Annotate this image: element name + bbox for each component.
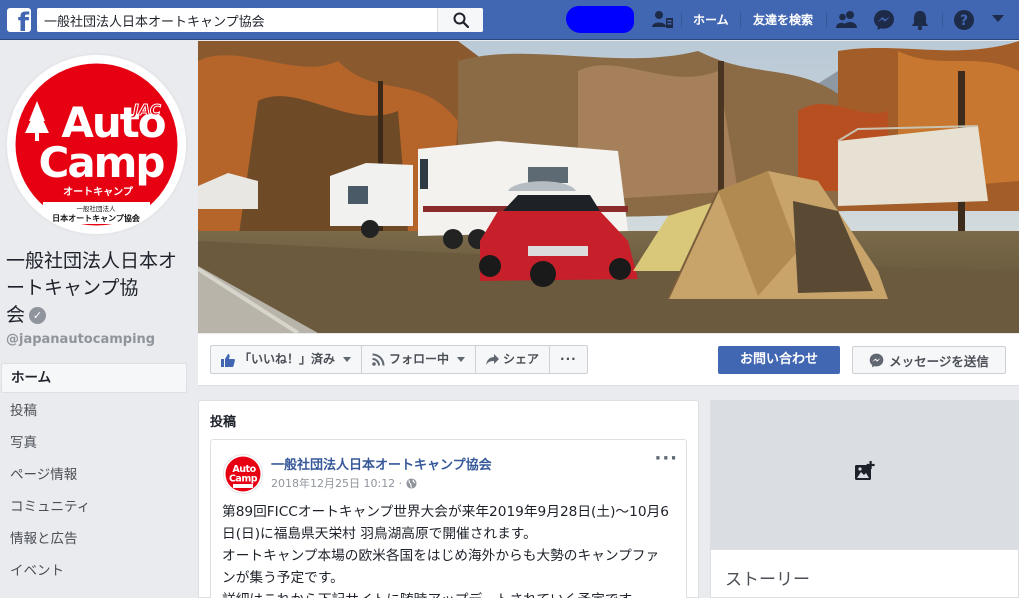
post-text-line: オートキャンプ本場の欧米各国をはじめ海外からも大勢のキャンプファ <box>222 548 660 564</box>
side-nav-home[interactable]: ホーム <box>1 363 187 393</box>
share-button[interactable]: シェア <box>476 346 551 373</box>
post-author-avatar[interactable]: Auto Camp <box>223 454 263 494</box>
post-text-line: 第89回FICCオートキャンプ世界大会が来年2019年9月28日(土)～10月6 <box>222 504 669 520</box>
send-message-label: メッセージを送信 <box>889 353 989 369</box>
add-story-tile[interactable] <box>711 401 1018 550</box>
top-navigation-bar: f 一般社団法人日本オートキャンプ協会 ホーム 友達を検索 ? <box>0 0 1019 40</box>
side-nav-posts[interactable]: 投稿 <box>1 395 187 427</box>
globe-icon <box>406 477 417 489</box>
send-message-button[interactable]: メッセージを送信 <box>852 346 1006 374</box>
campsite-cover-image <box>198 41 1019 333</box>
divider <box>681 12 682 28</box>
people-icon[interactable] <box>836 9 858 31</box>
more-options-button[interactable]: ··· <box>550 346 587 373</box>
stories-section: ストーリー <box>710 400 1019 598</box>
facebook-logo-icon[interactable]: f <box>7 8 31 32</box>
search-input[interactable]: 一般社団法人日本オートキャンプ協会 <box>44 11 265 30</box>
chevron-down-icon <box>457 357 466 362</box>
divider <box>826 12 827 28</box>
page-side-navigation: ホーム 投稿 写真 ページ情報 コミュニティ 情報と広告 イベント <box>1 363 187 587</box>
post-author-name[interactable]: 一般社団法人日本オートキャンプ協会 <box>271 454 492 473</box>
search-box[interactable]: 一般社団法人日本オートキャンプ協会 <box>37 8 483 32</box>
page-title-line: 会 <box>6 304 26 326</box>
posts-section: 投稿 Auto Camp 一般社団法人日本オートキャンプ協会 2018年12月2… <box>198 400 699 598</box>
account-caret-icon[interactable] <box>991 14 1005 24</box>
page-title-line: ートキャンプ協 <box>6 277 139 299</box>
messenger-icon <box>869 353 884 367</box>
thumbs-up-icon <box>221 353 235 367</box>
auto-camp-logo: Auto Camp JAC オートキャンプ 一般社団法人 日本オートキャンプ協会 <box>15 63 178 226</box>
post-text-line: 日(日)に福島県天栄村 羽鳥湖高原で開催されます。 <box>222 526 537 542</box>
post-date-text: 2018年12月25日 10:12 · <box>271 477 403 490</box>
post-options-button[interactable]: ··· <box>654 450 678 468</box>
side-nav-about[interactable]: ページ情報 <box>1 459 187 491</box>
divider <box>740 12 741 28</box>
logo-caption-org: 日本オートキャンプ協会 <box>52 213 140 223</box>
side-nav-info-and-ads[interactable]: 情報と広告 <box>1 523 187 555</box>
post-timestamp[interactable]: 2018年12月25日 10:12 · <box>271 475 417 491</box>
profile-link-redacted[interactable] <box>566 6 634 33</box>
logo-wordmark-bottom: Camp <box>39 138 165 187</box>
post-text-line: 詳細はこれから下記サイトに随時アップデートされていく予定です。 <box>222 589 682 598</box>
stories-title: ストーリー <box>725 570 810 590</box>
divider <box>942 12 943 28</box>
friend-requests-icon[interactable] <box>652 9 674 31</box>
share-arrow-icon <box>486 353 500 365</box>
svg-text:Camp: Camp <box>229 474 258 485</box>
post-text: 第89回FICCオートキャンプ世界大会が来年2019年9月28日(土)～10月6… <box>222 501 682 598</box>
following-label: フォロー中 <box>389 352 450 366</box>
chevron-down-icon <box>343 357 352 362</box>
page-title-line: 一般社団法人日本オ <box>6 250 178 272</box>
side-nav-photos[interactable]: 写真 <box>1 427 187 459</box>
liked-label: 「いいね！」済み <box>239 352 336 366</box>
page-username[interactable]: @japanautocamping <box>6 332 155 347</box>
verified-badge-icon: ✓ <box>29 307 47 324</box>
home-link[interactable]: ホーム <box>693 11 729 28</box>
page-profile-picture[interactable]: Auto Camp JAC オートキャンプ 一般社団法人 日本オートキャンプ協会 <box>5 53 188 236</box>
page-action-bar: 「いいね！」済み フォロー中 シェア ··· お問い合わせ メッセージを送信 <box>198 334 1019 386</box>
add-photo-icon <box>855 461 875 480</box>
contact-us-button[interactable]: お問い合わせ <box>718 346 840 374</box>
post-text-line: ンが集う予定です。 <box>222 570 344 586</box>
cover-photo[interactable] <box>198 41 1019 333</box>
search-button[interactable] <box>437 8 483 32</box>
messenger-icon[interactable] <box>873 9 895 31</box>
share-label: シェア <box>503 352 540 366</box>
page-title[interactable]: 一般社団法人日本オ ートキャンプ協 会 ✓ <box>6 248 192 329</box>
side-nav-events[interactable]: イベント <box>1 555 187 587</box>
notifications-bell-icon[interactable] <box>909 9 931 31</box>
liked-button[interactable]: 「いいね！」済み <box>211 346 363 373</box>
posts-heading[interactable]: 投稿 <box>210 411 236 430</box>
page-actions-group: 「いいね！」済み フォロー中 シェア ··· <box>210 345 588 374</box>
search-icon <box>453 12 469 28</box>
logo-badge: JAC <box>130 101 161 119</box>
following-button[interactable]: フォロー中 <box>362 346 477 373</box>
auto-camp-logo: Auto Camp <box>225 456 261 492</box>
find-friends-link[interactable]: 友達を検索 <box>753 11 813 28</box>
logo-subtitle: オートキャンプ <box>63 185 134 198</box>
side-nav-community[interactable]: コミュニティ <box>1 491 187 523</box>
svg-text:?: ? <box>960 13 968 29</box>
more-options-icon: ··· <box>560 352 577 366</box>
post-card: Auto Camp 一般社団法人日本オートキャンプ協会 2018年12月25日 … <box>210 439 687 598</box>
logo-caption-small: 一般社団法人 <box>77 204 117 213</box>
rss-follow-icon <box>372 353 385 366</box>
help-icon[interactable]: ? <box>953 9 975 31</box>
